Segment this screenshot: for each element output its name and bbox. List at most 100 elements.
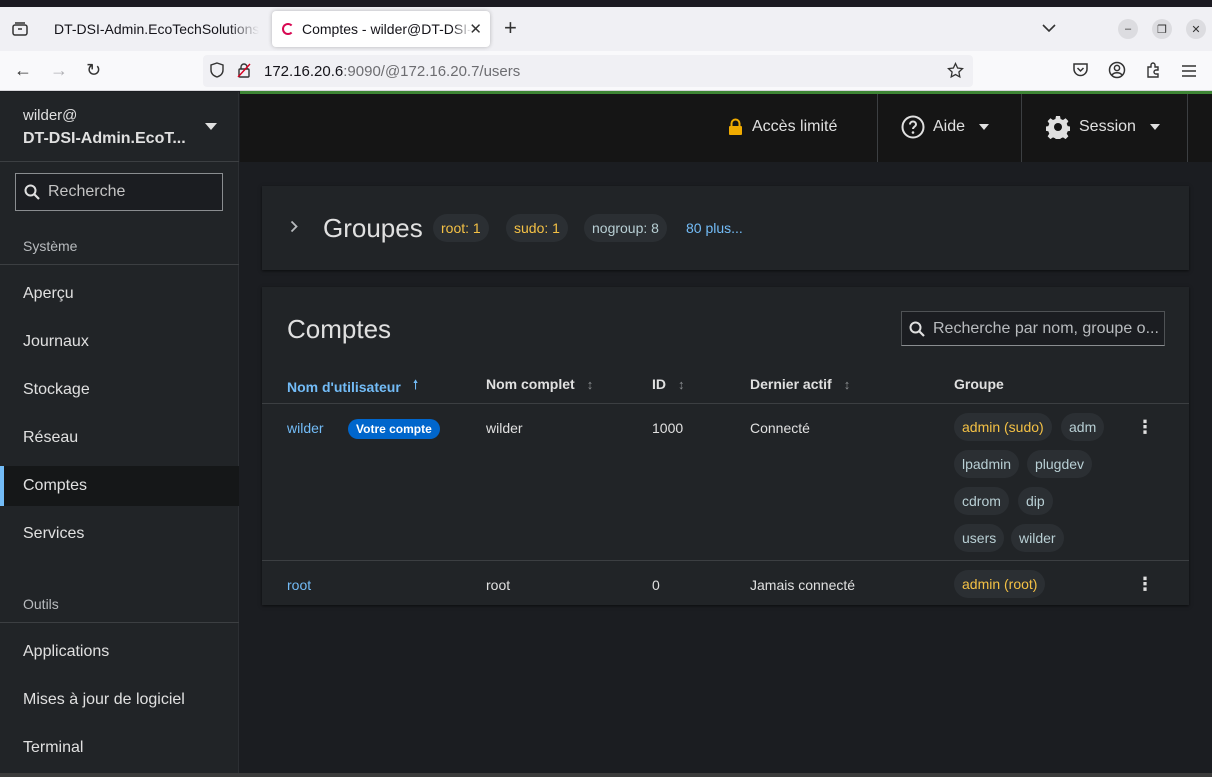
maximize-icon[interactable]: ❐ — [1152, 19, 1172, 39]
insecure-lock-icon[interactable] — [236, 62, 252, 82]
sidebar-item-label: Stockage — [23, 381, 90, 398]
accounts-title: Comptes — [287, 314, 392, 344]
minimize-icon[interactable]: – — [1118, 19, 1138, 39]
divider — [1187, 94, 1188, 162]
reload-icon[interactable]: ↻ — [86, 59, 101, 81]
host-user: wilder@ — [23, 107, 78, 124]
sidebar-item-label: Services — [23, 525, 85, 542]
bottom-edge — [0, 773, 1212, 777]
session-menu-button[interactable]: Session — [1046, 91, 1160, 162]
close-window-icon[interactable]: ✕ — [1186, 19, 1206, 39]
account-icon[interactable] — [1108, 61, 1126, 84]
column-header-label: ID — [652, 376, 666, 392]
sidebar-item-software-updates[interactable]: Mises à jour de logiciel — [0, 680, 239, 720]
groups-title: Groupes — [323, 213, 423, 243]
sidebar-search[interactable] — [15, 173, 223, 211]
tab-title: DT-DSI-Admin.EcoTechSolutions — [54, 21, 260, 37]
more-groups-link[interactable]: 80 plus... — [686, 220, 743, 236]
column-header-username[interactable]: Nom d'utilisateur 🠕 — [287, 376, 418, 398]
divider — [1021, 94, 1022, 162]
sidebar: wilder@ DT-DSI-Admin.EcoT... Système Ape… — [0, 92, 239, 777]
accounts-search-input[interactable] — [902, 312, 1164, 345]
group-chip: users — [954, 524, 1005, 552]
group-chip-sudo: sudo: 1 — [506, 214, 568, 242]
group-chip: admin (root) — [954, 570, 1046, 598]
sidebar-item-terminal[interactable]: Terminal — [0, 728, 239, 768]
last-active-cell: Jamais connecté — [750, 577, 856, 593]
sidebar-item-comptes[interactable]: Comptes — [0, 466, 239, 506]
accounts-card: Comptes Nom d'utilisateur 🠕 Nom complet … — [262, 287, 1189, 605]
column-header-label: Nom complet — [486, 376, 575, 392]
url-bar[interactable]: 172.16.20.6:9090/@172.16.20.7/users — [203, 55, 973, 87]
column-header-label: Dernier actif — [750, 376, 832, 392]
status-accent-bar — [240, 91, 1212, 94]
help-menu-button[interactable]: Aide — [901, 91, 990, 162]
id-cell: 0 — [652, 577, 660, 593]
caret-down-icon — [979, 123, 990, 130]
close-tab-icon[interactable]: ✕ — [469, 20, 482, 38]
sidebar-item-label: Aperçu — [23, 285, 74, 302]
back-icon[interactable]: ← — [14, 59, 32, 81]
sidebar-item-applications[interactable]: Applications — [0, 632, 239, 672]
your-account-badge: Votre compte — [348, 419, 440, 439]
username-link[interactable]: root — [287, 577, 311, 593]
limited-access-button[interactable]: Accès limité — [728, 91, 837, 162]
url-host: 172.16.20.6 — [264, 63, 344, 80]
column-header-last-active[interactable]: Dernier actif ↕ — [750, 376, 850, 392]
sidebar-search-input[interactable] — [16, 174, 222, 210]
sidebar-item-label: Terminal — [23, 739, 84, 756]
extensions-icon[interactable] — [1145, 61, 1162, 83]
last-active-cell: Connecté — [750, 420, 810, 436]
browser-nav-bar: ← → ↻ 172.16.20.6:9090/@172.16.20.7/user… — [0, 51, 1212, 91]
expand-chevron-icon[interactable] — [290, 220, 298, 236]
forward-icon[interactable]: → — [50, 59, 68, 81]
help-icon — [901, 115, 925, 139]
group-chip: cdrom — [954, 487, 1009, 515]
row-actions-kebab-icon[interactable]: ⋮ — [1136, 575, 1154, 593]
debian-favicon-icon — [282, 23, 294, 35]
new-tab-icon[interactable]: + — [504, 17, 517, 39]
menu-icon[interactable] — [1181, 61, 1197, 83]
sidebar-item-label: Applications — [23, 643, 110, 660]
host-switcher[interactable]: wilder@ DT-DSI-Admin.EcoT... — [0, 92, 239, 162]
divider — [0, 622, 239, 623]
bookmark-star-icon[interactable] — [947, 61, 964, 83]
divider — [0, 264, 239, 265]
divider — [877, 94, 878, 162]
accounts-search[interactable] — [901, 311, 1165, 346]
fullname-cell: wilder — [486, 420, 523, 436]
sort-icon: ↕ — [843, 376, 851, 392]
browser-tab[interactable]: DT-DSI-Admin.EcoTechSolutions — [44, 11, 266, 47]
list-tabs-chevron-icon[interactable] — [1042, 19, 1056, 35]
limited-access-label: Accès limité — [752, 117, 838, 135]
sidebar-item-stockage[interactable]: Stockage — [0, 370, 239, 410]
column-header-label: Groupe — [954, 376, 1004, 392]
browser-tab-bar: DT-DSI-Admin.EcoTechSolutions Comptes - … — [0, 7, 1212, 51]
pocket-icon[interactable] — [1072, 61, 1089, 83]
shield-icon[interactable] — [209, 62, 225, 82]
sidebar-item-label: Réseau — [23, 429, 79, 446]
caret-down-icon — [1149, 123, 1160, 130]
sidebar-item-label: Journaux — [23, 333, 89, 350]
window-top-strip — [0, 0, 1212, 7]
top-bar: Accès limité Aide Session — [240, 91, 1212, 162]
group-chip-root: root: 1 — [433, 214, 489, 242]
id-cell: 1000 — [652, 420, 684, 436]
caret-down-icon — [205, 123, 217, 130]
sort-ascending-icon: 🠕 — [412, 377, 419, 392]
column-header-id[interactable]: ID ↕ — [652, 376, 685, 392]
sidebar-item-journaux[interactable]: Journaux — [0, 322, 239, 362]
sidebar-item-services[interactable]: Services — [0, 514, 239, 554]
sidebar-item-label: Comptes — [23, 477, 88, 494]
sidebar-item-reseau[interactable]: Réseau — [0, 418, 239, 458]
tab-list-icon[interactable] — [2, 11, 38, 47]
fullname-cell: root — [486, 577, 511, 593]
sort-icon: ↕ — [678, 376, 685, 392]
column-header-fullname[interactable]: Nom complet ↕ — [486, 376, 593, 392]
group-chip: admin (sudo) — [954, 413, 1052, 441]
sidebar-item-apercu[interactable]: Aperçu — [0, 274, 239, 314]
username-link[interactable]: wilder — [287, 420, 324, 436]
row-actions-kebab-icon[interactable]: ⋮ — [1136, 418, 1154, 436]
browser-tab-active[interactable]: Comptes - wilder@DT-DSI-Admin ✕ — [272, 11, 490, 47]
session-label: Session — [1079, 117, 1136, 135]
